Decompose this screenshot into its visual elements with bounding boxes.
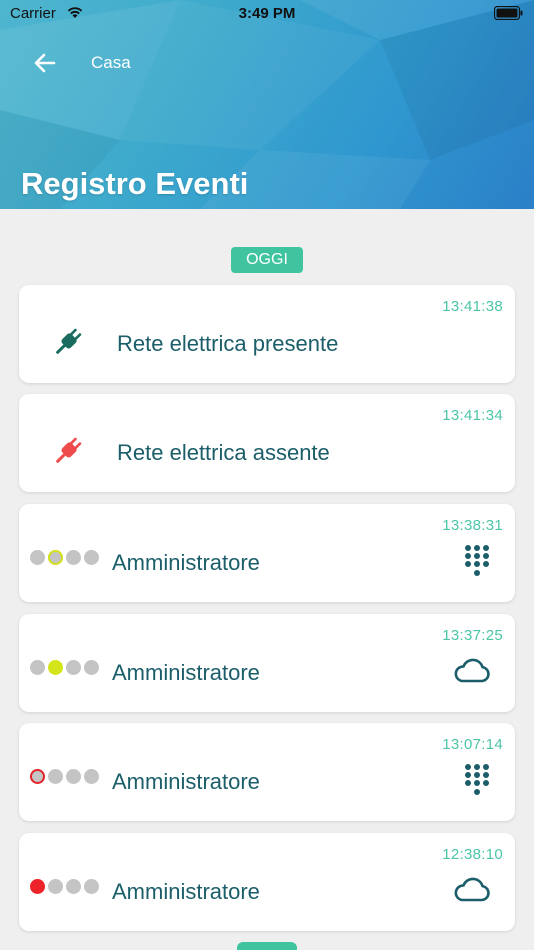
status-dots <box>30 550 99 565</box>
keypad-icon <box>463 763 491 804</box>
status-dot <box>84 769 99 784</box>
status-dot <box>30 660 45 675</box>
plug-icon <box>51 434 85 473</box>
event-time: 13:41:34 <box>442 407 503 424</box>
event-time: 12:38:10 <box>442 846 503 863</box>
event-card[interactable]: 13:38:31 Amministratore <box>19 504 515 602</box>
event-card[interactable]: 13:07:14 Amministratore <box>19 723 515 821</box>
event-card[interactable]: 12:38:10 Amministratore <box>19 833 515 931</box>
status-dots <box>30 769 99 784</box>
cloud-icon <box>453 658 491 689</box>
status-dot <box>84 660 99 675</box>
status-dot <box>48 550 63 565</box>
day-badge: OGGI <box>231 247 303 273</box>
status-dot <box>84 879 99 894</box>
status-dots <box>30 879 99 894</box>
page-title: Registro Eventi <box>21 166 249 201</box>
event-time: 13:38:31 <box>442 517 503 534</box>
back-arrow-icon <box>34 53 56 73</box>
status-dot <box>48 879 63 894</box>
status-dots <box>30 660 99 675</box>
keypad-icon <box>463 544 491 585</box>
event-label: Amministratore <box>112 550 260 575</box>
clock: 3:49 PM <box>238 5 296 22</box>
status-bar: Carrier 3:49 PM <box>0 0 534 26</box>
event-label: Amministratore <box>112 879 260 904</box>
breadcrumb[interactable]: Casa <box>91 53 131 73</box>
status-dot <box>84 550 99 565</box>
status-dot <box>66 660 81 675</box>
day-badge-partial <box>237 942 297 950</box>
status-dot <box>30 769 45 784</box>
event-card[interactable]: 13:41:38 Rete elettrica presente <box>19 285 515 383</box>
status-dot <box>66 550 81 565</box>
back-button[interactable] <box>30 48 60 78</box>
event-label: Amministratore <box>112 660 260 685</box>
header: Carrier 3:49 PM Casa Registro Eventi <box>0 0 534 209</box>
event-label: Rete elettrica assente <box>117 440 330 465</box>
status-dot <box>30 550 45 565</box>
status-dot <box>30 879 45 894</box>
event-label: Rete elettrica presente <box>117 331 339 356</box>
status-dot <box>48 660 63 675</box>
event-card[interactable]: 13:37:25 Amministratore <box>19 614 515 712</box>
event-time: 13:07:14 <box>442 736 503 753</box>
status-dot <box>66 769 81 784</box>
cloud-icon <box>453 877 491 908</box>
status-dot <box>66 879 81 894</box>
plug-icon <box>51 325 85 364</box>
event-card[interactable]: 13:41:34 Rete elettrica assente <box>19 394 515 492</box>
event-label: Amministratore <box>112 769 260 794</box>
event-time: 13:41:38 <box>442 298 503 315</box>
status-dot <box>48 769 63 784</box>
battery-icon <box>493 5 524 24</box>
event-time: 13:37:25 <box>442 627 503 644</box>
